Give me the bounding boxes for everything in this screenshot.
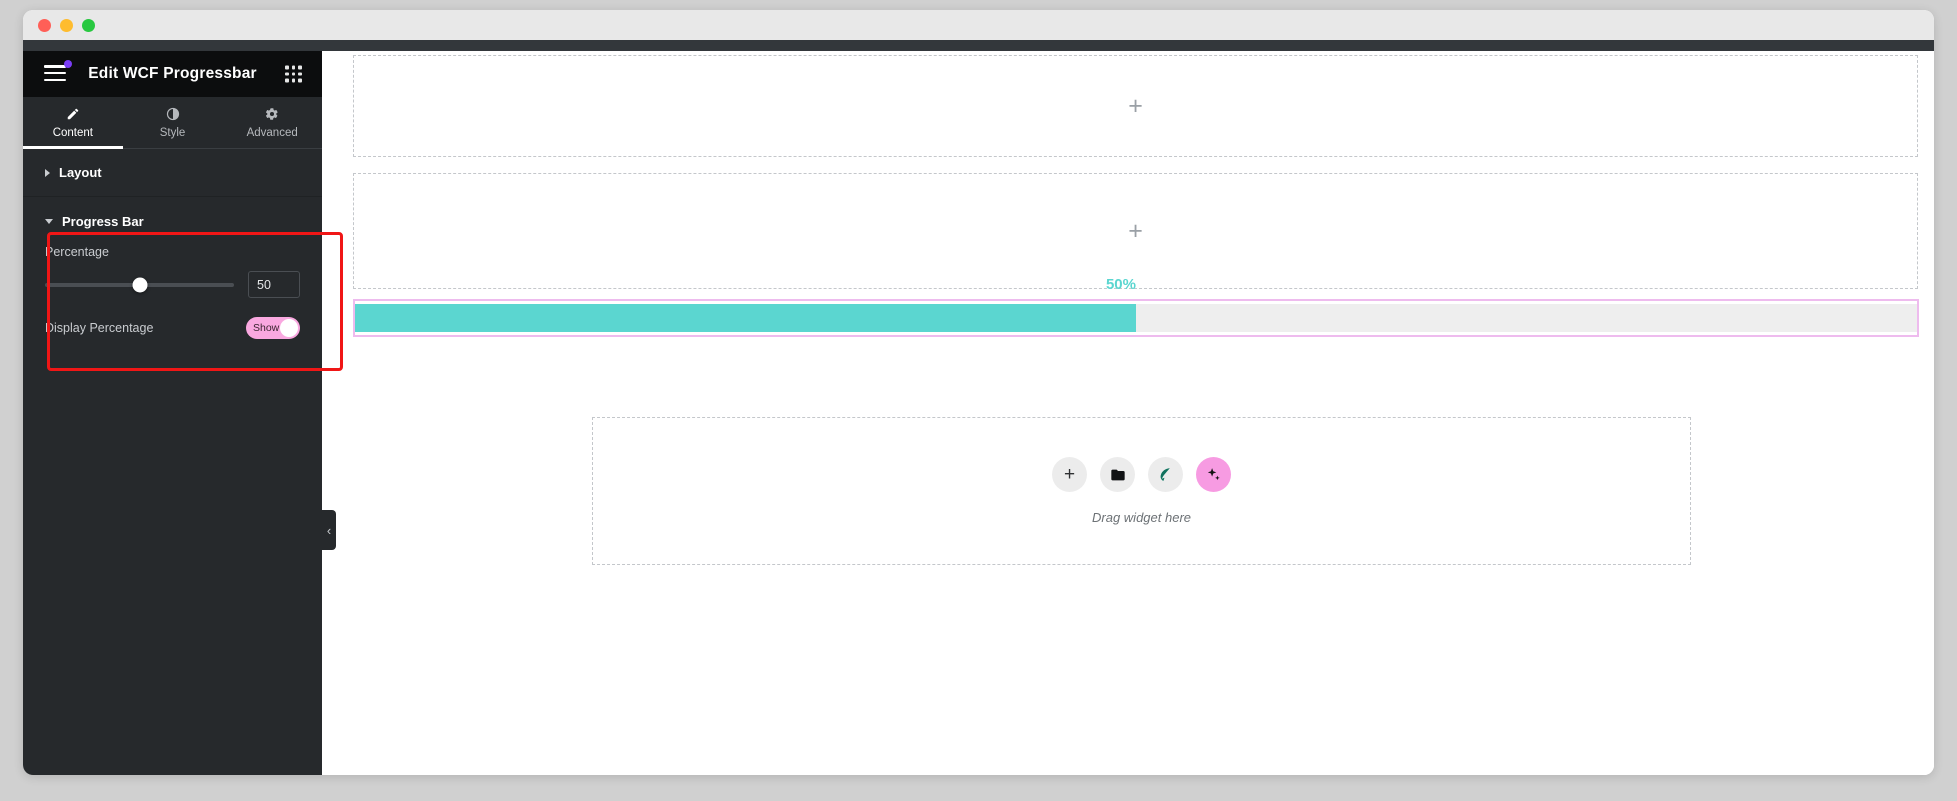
- display-percentage-state: Show: [253, 322, 280, 334]
- percentage-slider[interactable]: [45, 276, 234, 294]
- add-template-button[interactable]: [1100, 457, 1135, 492]
- empty-section-1[interactable]: +: [353, 55, 1918, 157]
- browser-toolbar-strip: [23, 40, 1934, 51]
- sparkle-icon: [1207, 468, 1220, 481]
- add-section-button-2[interactable]: +: [1128, 218, 1143, 244]
- percentage-label: Percentage: [45, 245, 109, 259]
- window-minimize-button[interactable]: [60, 18, 73, 32]
- section-layout[interactable]: Layout: [23, 149, 322, 197]
- chevron-right-icon: [45, 168, 50, 177]
- third-party-widget-button[interactable]: [1148, 457, 1183, 492]
- widget-drop-zone[interactable]: + Drag widget here: [592, 417, 1691, 565]
- panel-collapse-handle[interactable]: ‹: [322, 510, 336, 550]
- panel-header: Edit WCF Progressbar: [23, 51, 322, 97]
- section-progress-bar-header[interactable]: Progress Bar: [23, 197, 322, 245]
- editor-canvas: + + 50% + Drag widget here: [322, 51, 1934, 775]
- display-percentage-label: Display Percentage: [45, 321, 154, 335]
- section-progress-bar-label: Progress Bar: [62, 213, 144, 229]
- toggle-knob: [280, 319, 298, 337]
- page-title: Edit WCF Progressbar: [88, 65, 257, 82]
- add-widget-button[interactable]: +: [1052, 457, 1087, 492]
- progressbar-fill: [355, 304, 1136, 332]
- drop-zone-text: Drag widget here: [1092, 510, 1191, 525]
- percentage-slider-row: [45, 271, 300, 317]
- elementor-panel: Edit WCF Progressbar Content Style Advan…: [23, 51, 343, 775]
- chevron-left-icon: ‹: [326, 522, 332, 538]
- tab-style[interactable]: Style: [123, 97, 223, 148]
- folder-icon: [1110, 469, 1125, 480]
- empty-section-2[interactable]: +: [353, 173, 1918, 289]
- tab-content-label: Content: [52, 126, 93, 139]
- chevron-down-icon: [45, 218, 53, 224]
- display-percentage-row: Display Percentage Show: [45, 317, 300, 355]
- ai-button[interactable]: [1196, 457, 1231, 492]
- browser-window: Edit WCF Progressbar Content Style Advan…: [23, 10, 1934, 775]
- window-titlebar: [23, 10, 1934, 40]
- drop-zone-buttons: +: [1052, 457, 1231, 492]
- display-percentage-toggle[interactable]: Show: [246, 317, 300, 339]
- tab-content[interactable]: Content: [23, 97, 123, 149]
- progressbar-percent-label: 50%: [1105, 276, 1136, 293]
- grid-icon[interactable]: [285, 65, 302, 83]
- slider-thumb[interactable]: [132, 277, 147, 292]
- section-progress-bar: Progress Bar Percentage Display Percen: [23, 197, 322, 355]
- plus-icon: +: [1063, 464, 1076, 485]
- window-zoom-button[interactable]: [82, 18, 95, 32]
- panel-tabs: Content Style Advanced: [23, 97, 322, 149]
- pencil-icon: [66, 107, 80, 122]
- tab-advanced-label: Advanced: [246, 126, 298, 139]
- half-circle-icon: [166, 107, 180, 122]
- leaf-icon: [1160, 468, 1170, 481]
- percentage-input[interactable]: [248, 271, 300, 298]
- notification-dot-icon: [64, 60, 72, 68]
- page-viewport: Edit WCF Progressbar Content Style Advan…: [23, 51, 1934, 775]
- progressbar-widget[interactable]: 50%: [353, 276, 1919, 337]
- add-section-button-1[interactable]: +: [1128, 93, 1143, 119]
- progressbar-track: [355, 304, 1917, 332]
- gear-icon: [265, 107, 279, 122]
- hamburger-menu-icon[interactable]: [44, 60, 72, 83]
- section-layout-label: Layout: [59, 165, 102, 180]
- percentage-control: Percentage: [23, 245, 322, 317]
- tab-advanced[interactable]: Advanced: [222, 97, 322, 148]
- window-close-button[interactable]: [38, 18, 51, 32]
- display-percentage-control: Display Percentage Show: [23, 317, 322, 355]
- tab-style-label: Style: [159, 126, 186, 139]
